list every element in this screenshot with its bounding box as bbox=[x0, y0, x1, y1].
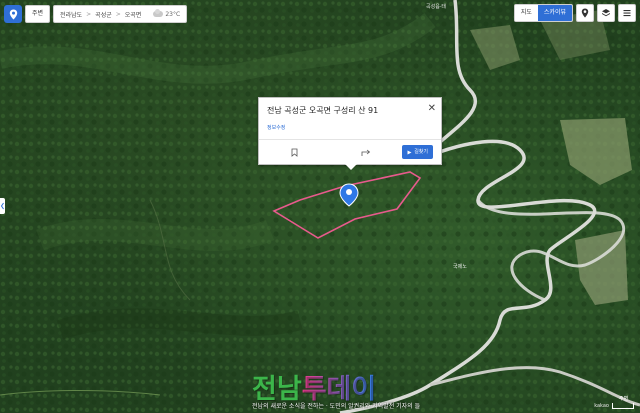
satellite-imagery[interactable] bbox=[0, 0, 640, 413]
directions-button[interactable]: 길찾기 bbox=[402, 145, 433, 159]
breadcrumb-county[interactable]: 곡성군 bbox=[95, 10, 112, 19]
map-view[interactable]: 곡성읍·태 국제노 주변 전라남도 > 곡성군 > 오곡면 23°C 지도 스카… bbox=[0, 0, 640, 413]
nearby-button[interactable]: 주변 bbox=[25, 5, 51, 23]
popup-pointer bbox=[345, 164, 357, 170]
place-label: 곡성읍·태 bbox=[426, 4, 446, 10]
breadcrumb-separator: > bbox=[86, 10, 92, 18]
roadview-person-icon bbox=[581, 8, 589, 18]
side-panel-toggle[interactable] bbox=[0, 198, 5, 214]
layers-icon bbox=[602, 9, 610, 17]
breadcrumb-town[interactable]: 오곡면 bbox=[125, 10, 142, 19]
popup-address-title: 전남 곡성군 오곡면 구성리 산 91 bbox=[267, 106, 379, 115]
skyview-mode-button[interactable]: 스카이뷰 bbox=[537, 5, 572, 21]
scale-bar: 주변 bbox=[612, 396, 634, 409]
breadcrumb-province[interactable]: 전라남도 bbox=[60, 10, 82, 19]
close-icon[interactable]: ✕ bbox=[428, 103, 436, 114]
map-controls: 지도 스카이뷰 bbox=[513, 4, 636, 22]
scale-label: 주변 bbox=[619, 396, 629, 402]
current-location-button[interactable] bbox=[4, 5, 22, 23]
chevron-left-icon bbox=[0, 202, 4, 210]
menu-icon bbox=[623, 10, 631, 17]
save-place-button[interactable] bbox=[259, 140, 331, 164]
edit-info-link[interactable]: 정보수정 bbox=[267, 124, 285, 131]
popup-actions: 길찾기 bbox=[259, 139, 441, 164]
directions-label: 길찾기 bbox=[414, 149, 428, 155]
map-mode-button[interactable]: 지도 bbox=[514, 5, 538, 21]
weather-indicator: 23°C bbox=[153, 9, 181, 18]
bookmark-icon bbox=[291, 148, 298, 157]
breadcrumb-separator: > bbox=[115, 10, 121, 18]
map-footer: kakao 주변 bbox=[594, 396, 634, 409]
menu-button[interactable] bbox=[618, 4, 636, 22]
kakao-logo: kakao bbox=[594, 403, 609, 409]
address-popup: 전남 곡성군 오곡면 구성리 산 91 ✕ 정보수정 길찾기 bbox=[258, 97, 442, 170]
share-button[interactable] bbox=[331, 140, 403, 164]
breadcrumb: 전라남도 > 곡성군 > 오곡면 23°C bbox=[53, 5, 188, 23]
place-label-small: 국제노 bbox=[453, 264, 467, 270]
top-toolbar: 주변 전라남도 > 곡성군 > 오곡면 23°C bbox=[4, 4, 188, 24]
location-pin-icon bbox=[9, 9, 17, 19]
map-type-toggle: 지도 스카이뷰 bbox=[513, 4, 573, 22]
share-icon bbox=[361, 149, 371, 156]
cloud-icon bbox=[153, 9, 164, 17]
temperature: 23°C bbox=[165, 10, 181, 18]
roadview-button[interactable] bbox=[576, 4, 594, 22]
directions-arrow-icon bbox=[407, 150, 412, 154]
watermark-caption: 전남의 새로운 소식을 전하는 · 도민의 알권리와 지역발전 기자의 들 bbox=[252, 403, 421, 410]
layers-button[interactable] bbox=[597, 4, 615, 22]
